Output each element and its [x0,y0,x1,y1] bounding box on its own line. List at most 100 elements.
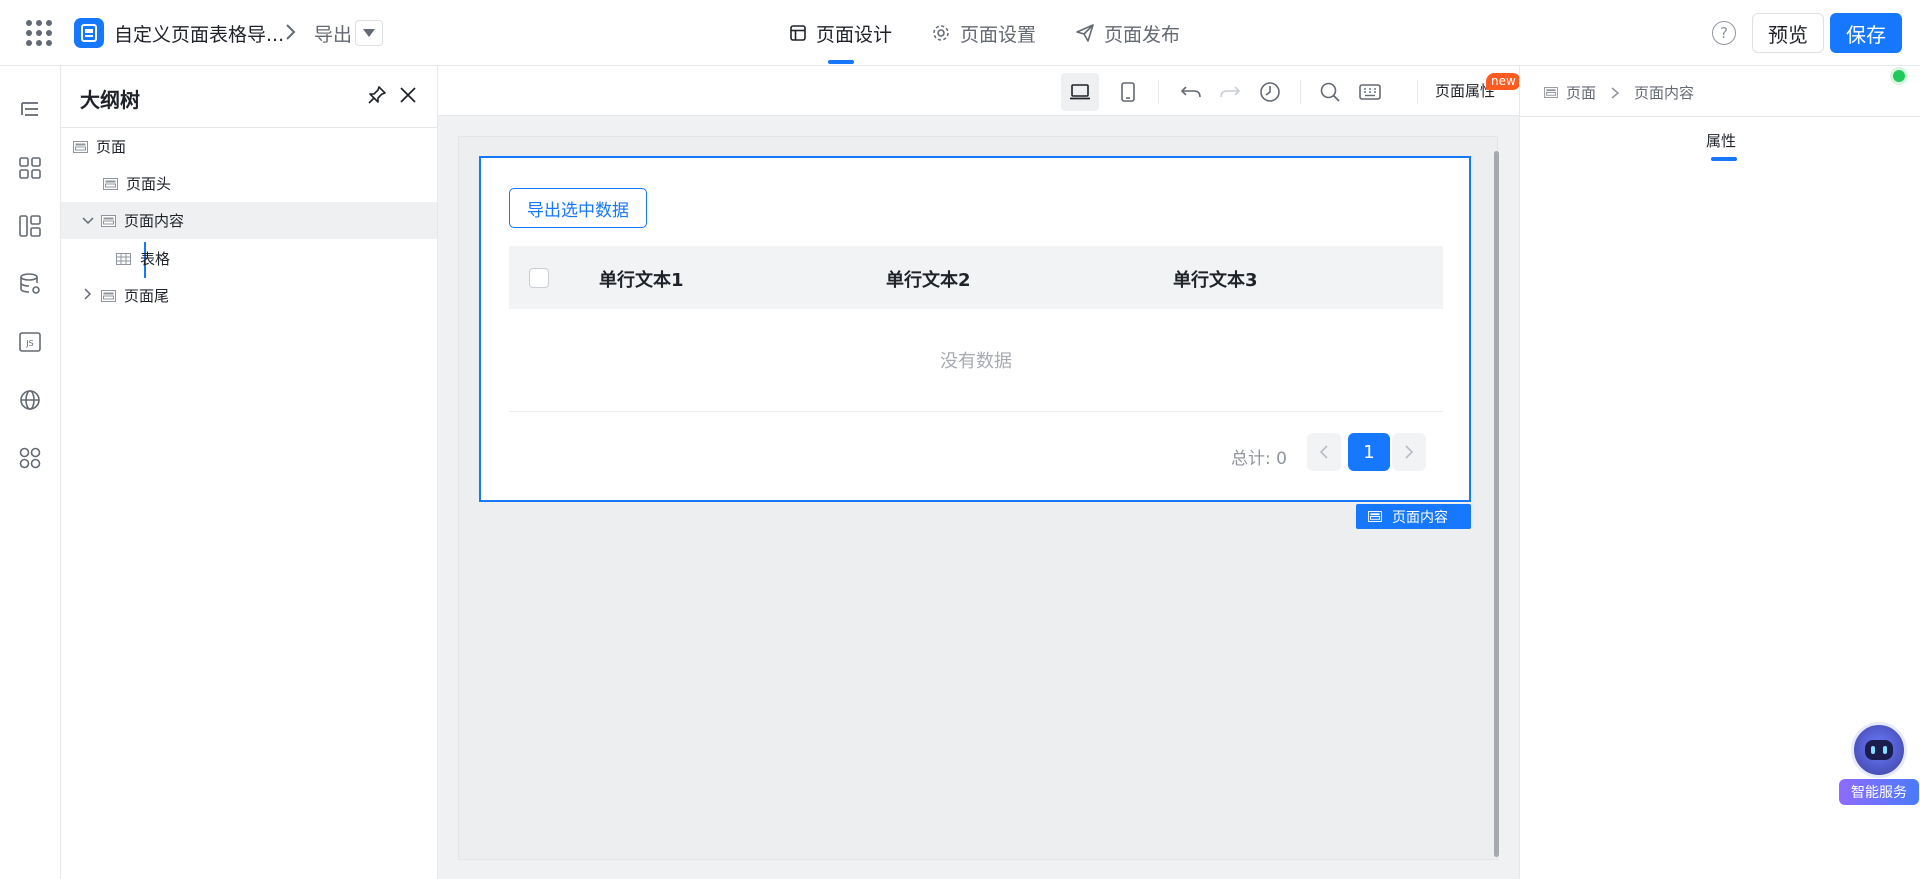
outline-header: 大纲树 [61,66,437,128]
clock-icon [1260,82,1280,102]
pagination-page-current[interactable]: 1 [1348,433,1390,471]
components-icon[interactable] [16,154,44,182]
gear-icon [933,25,949,41]
select-all-checkbox[interactable] [529,268,549,288]
layout-icon[interactable] [16,212,44,240]
page-node-icon [1544,87,1558,98]
top-bar: 自定义页面表格导... 导出 页面设计 页面设置 页面发布 ? 预览 保存 [0,0,1920,66]
tree-node-label: 页面头 [126,175,172,193]
smart-assistant-label: 智能服务 [1839,779,1919,805]
caret-down-icon [363,29,375,37]
breadcrumb-item[interactable]: 页面 [1566,82,1596,103]
js-icon[interactable]: JS [16,328,44,356]
redo-button[interactable] [1211,73,1249,111]
tree-node-label: 页面内容 [124,212,185,230]
tree-node-page[interactable]: 页面 [61,128,437,165]
table-empty-state: 没有数据 [509,309,1443,412]
laptop-icon [1070,84,1090,100]
table-column-header[interactable]: 单行文本3 [1173,266,1258,292]
tab-label: 页面设置 [960,23,1037,46]
smart-assistant-widget[interactable]: 智能服务 [1839,722,1919,806]
help-icon[interactable]: ? [1712,21,1736,45]
tab-label: 页面发布 [1104,23,1181,46]
layout-icon [790,25,806,41]
phone-icon [1121,82,1135,102]
table-header: 单行文本1 单行文本2 单行文本3 [509,246,1443,309]
selected-component-tag[interactable]: 页面内容 [1356,504,1471,529]
keyboard-icon [1359,84,1381,100]
redo-icon [1220,86,1241,98]
toolbar-divider [1417,80,1418,104]
tree-node-label: 页面 [96,138,127,156]
table-column-header[interactable]: 单行文本2 [886,266,971,292]
tab-page-design[interactable]: 页面设计 [770,0,912,66]
pagination-next-button[interactable] [1392,433,1426,471]
chevron-right-icon[interactable] [81,288,95,303]
table-column-header[interactable]: 单行文本1 [599,266,684,292]
tree-node-table[interactable]: 表格 [61,240,437,277]
svg-text:JS: JS [25,339,33,348]
undo-icon [1180,86,1201,98]
shortcut-keyboard-button[interactable] [1351,73,1389,111]
page-node-icon [73,140,88,153]
new-badge: new [1486,73,1521,90]
robot-avatar-icon[interactable] [1851,722,1907,778]
toolbar-divider [1158,80,1159,104]
toolbar-divider [1300,80,1301,104]
tab-page-settings[interactable]: 页面设置 [912,0,1056,66]
breadcrumb-page[interactable]: 导出 [314,20,352,47]
outline-panel: 大纲树 页面 页面头 页面内容 表格 页面尾 [61,66,438,879]
app-title[interactable]: 自定义页面表格导... [114,20,284,47]
table-icon [116,252,131,265]
panel-divider [1520,116,1920,117]
app-launcher-icon[interactable] [26,20,52,46]
tree-node-label: 表格 [140,250,171,268]
selected-component-label: 页面内容 [1392,509,1448,526]
left-icon-rail: JS [0,66,61,879]
outline-icon[interactable] [16,96,44,124]
mobile-view-button[interactable] [1109,73,1147,111]
tab-active-indicator [1711,157,1737,161]
desktop-view-button[interactable] [1061,73,1099,111]
datasource-icon[interactable] [16,270,44,298]
search-button[interactable] [1311,73,1349,111]
chevron-down-icon[interactable] [81,214,95,228]
chevron-right-icon [1611,86,1620,99]
export-selected-button[interactable]: 导出选中数据 [509,188,647,228]
pagination-total: 总计: 0 [1231,449,1287,469]
close-icon[interactable] [398,85,418,109]
tree-node-label: 页面尾 [124,287,170,305]
page-node-icon [103,177,118,190]
undo-button[interactable] [1172,73,1210,111]
chevron-right-icon [1405,445,1414,459]
canvas-scrollbar[interactable] [1494,151,1499,857]
online-status-dot [1893,70,1905,82]
pin-icon[interactable] [367,85,387,109]
preview-button[interactable]: 预览 [1752,13,1824,53]
tab-label: 页面设计 [816,23,893,46]
chevron-left-icon [1319,445,1328,459]
save-button[interactable]: 保存 [1830,13,1902,53]
page-switch-dropdown[interactable] [355,20,383,46]
tree-node-page-content[interactable]: 页面内容 [61,202,437,239]
apps-icon[interactable] [16,444,44,472]
canvas-toolbar: 页面属性 new [438,66,1521,116]
globe-icon[interactable] [16,386,44,414]
outline-title: 大纲树 [80,88,140,112]
pagination-prev-button[interactable] [1307,433,1341,471]
page-content-block[interactable]: 导出选中数据 单行文本1 单行文本2 单行文本3 没有数据 总计: 0 1 [479,156,1471,502]
tab-properties[interactable]: 属性 [1706,130,1736,151]
history-button[interactable] [1251,73,1289,111]
page-node-icon [101,214,116,227]
breadcrumb-item[interactable]: 页面内容 [1634,82,1694,103]
design-canvas: 页面属性 new 导出选中数据 单行文本1 单行文本2 单行文本3 没有数据 总… [438,66,1521,879]
tree-node-page-header[interactable]: 页面头 [61,165,437,202]
chevron-right-icon [284,21,298,47]
component-breadcrumb: 页面 页面内容 [1544,82,1694,103]
search-icon [1320,82,1340,102]
app-logo-icon [74,18,104,48]
tree-node-page-footer[interactable]: 页面尾 [61,277,437,314]
page-node-icon [1368,511,1382,522]
mode-tabs: 页面设计 页面设置 页面发布 [770,0,1200,66]
tab-page-publish[interactable]: 页面发布 [1056,0,1200,66]
